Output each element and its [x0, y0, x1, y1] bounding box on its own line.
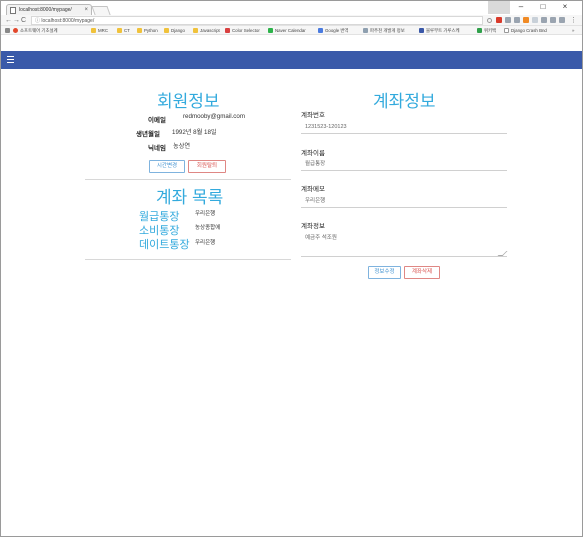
extension-gray-icon[interactable]	[505, 17, 511, 23]
account-number-label: 계좌번호	[301, 112, 325, 119]
edit-account-button[interactable]: 정보수정	[368, 266, 401, 279]
withdraw-button[interactable]: 회원탈퇴	[188, 160, 226, 173]
rss-icon[interactable]	[523, 17, 529, 23]
bookmark-item[interactable]: 소프트웨어 기초설계	[13, 26, 58, 34]
bookmark-label: Django Crash Bnd	[511, 28, 547, 33]
reload-icon[interactable]: C	[21, 15, 26, 26]
page-icon	[10, 7, 16, 14]
forward-icon[interactable]: →	[13, 15, 20, 26]
folder-icon	[117, 28, 122, 33]
user-profile-button[interactable]	[488, 1, 510, 14]
extension-red-icon[interactable]	[496, 17, 502, 23]
birthdate-value: 1992년 8월 18일	[172, 129, 217, 136]
folder-icon	[193, 28, 198, 33]
account-bank: 농상종합에	[195, 225, 221, 231]
bookmarks-overflow-icon[interactable]: »	[572, 26, 574, 34]
account-bank: 우리은행	[195, 240, 216, 246]
extension-gray-icon[interactable]	[559, 17, 565, 23]
bookmark-label: Google 번역	[325, 28, 349, 33]
bookmark-label: Python	[144, 28, 158, 33]
bookmark-item[interactable]: Django	[164, 26, 185, 34]
bookmark-item[interactable]: Javascript	[193, 26, 220, 34]
bookmark-label: Naver Calendar	[275, 28, 306, 33]
bookmarks-bar: 소프트웨어 기초설계 MRC CT Python Django Javascri…	[1, 26, 582, 35]
extension-gray-icon[interactable]	[541, 17, 547, 23]
birthdate-label: 생년월일	[136, 131, 160, 138]
bookmark-label: 소프트웨어 기초설계	[20, 28, 58, 33]
bookmark-icon	[268, 28, 273, 33]
bookmark-item[interactable]: Google 번역	[318, 26, 349, 34]
browser-tab-strip: localhost:8000/mypage/ × – □ ×	[1, 1, 582, 16]
bookmark-label: Django	[171, 28, 185, 33]
bookmark-item[interactable]: 파주천 개발게 정보	[363, 26, 405, 34]
nickname-value: 농상연	[173, 143, 191, 150]
menu-kebab-icon[interactable]: ⋮	[570, 15, 577, 26]
new-tab-button[interactable]	[91, 6, 111, 15]
account-memo-label: 계좌메모	[301, 186, 325, 193]
nickname-label: 닉네임	[148, 145, 166, 152]
bookmark-icon	[225, 28, 230, 33]
account-memo-input[interactable]	[301, 195, 507, 208]
account-detail-label: 계좌정보	[301, 223, 325, 230]
bookmark-label: MRC	[98, 28, 108, 33]
bookmark-icon	[419, 28, 424, 33]
url-text: localhost:8000/mypage/	[41, 18, 95, 24]
email-value: redmooby@gmail.com	[183, 113, 245, 120]
account-name-input[interactable]	[301, 158, 507, 171]
apps-icon[interactable]	[5, 26, 12, 34]
browser-tab-title: localhost:8000/mypage/	[19, 7, 72, 13]
bookmark-label: 파주천 개발게 정보	[370, 28, 405, 33]
hamburger-menu-icon[interactable]	[7, 56, 14, 65]
folder-icon	[137, 28, 142, 33]
screen-frame	[0, 0, 583, 537]
extension-gray-icon[interactable]	[514, 17, 520, 23]
folder-icon	[91, 28, 96, 33]
address-bar: ← → C ⓘ localhost:8000/mypage/ ⋮	[1, 15, 582, 26]
account-number-input[interactable]	[301, 121, 507, 134]
extension-gray-icon[interactable]	[550, 17, 556, 23]
bookmark-label: CT	[124, 28, 130, 33]
close-tab-icon[interactable]: ×	[84, 5, 88, 15]
close-window-icon[interactable]: ×	[554, 1, 576, 14]
zoom-icon[interactable]	[487, 18, 492, 23]
bookmark-icon	[363, 28, 368, 33]
bookmark-item[interactable]: Python	[137, 26, 158, 34]
bookmark-item[interactable]: MRC	[91, 26, 108, 34]
account-info-title: 계좌정보	[373, 92, 436, 111]
edit-member-button[interactable]: 시간변경	[149, 160, 185, 173]
back-icon[interactable]: ←	[5, 15, 12, 26]
folder-icon	[164, 28, 169, 33]
delete-account-button[interactable]: 계좌삭제	[404, 266, 440, 279]
bookmark-icon	[13, 28, 18, 33]
bookmark-item[interactable]: Naver Calendar	[268, 26, 306, 34]
email-label: 이메일	[148, 117, 166, 124]
bookmark-label: Color Selector	[232, 28, 260, 33]
member-info-title: 회원정보	[157, 92, 220, 111]
bookmark-icon	[318, 28, 323, 33]
account-bank: 우리은행	[195, 211, 216, 217]
maximize-icon[interactable]: □	[532, 1, 554, 14]
account-detail-textarea[interactable]	[301, 231, 507, 257]
bookmark-item[interactable]: CT	[117, 26, 130, 34]
window-controls: – □ ×	[488, 1, 576, 15]
divider	[85, 259, 291, 260]
extension-light-icon[interactable]	[532, 17, 538, 23]
bookmark-item[interactable]: Django Crash Bnd	[504, 26, 547, 34]
bookmark-item[interactable]: Color Selector	[225, 26, 260, 34]
divider	[85, 179, 291, 180]
minimize-icon[interactable]: –	[510, 1, 532, 14]
bookmark-item[interactable]: 블루부트 가루스케	[419, 26, 460, 34]
bookmark-label: 위키백	[484, 28, 497, 33]
page-icon	[504, 28, 509, 33]
bookmark-label: 블루부트 가루스케	[426, 28, 460, 33]
account-name-label: 계좌이름	[301, 150, 325, 157]
bookmark-item[interactable]: 위키백	[477, 26, 497, 34]
account-name[interactable]: 데이트통장	[139, 236, 190, 252]
account-list-title: 계좌 목록	[156, 188, 224, 207]
app-navbar	[1, 51, 582, 69]
bookmark-label: Javascript	[200, 28, 220, 33]
bookmark-icon	[477, 28, 482, 33]
url-field[interactable]: ⓘ localhost:8000/mypage/	[31, 16, 483, 25]
